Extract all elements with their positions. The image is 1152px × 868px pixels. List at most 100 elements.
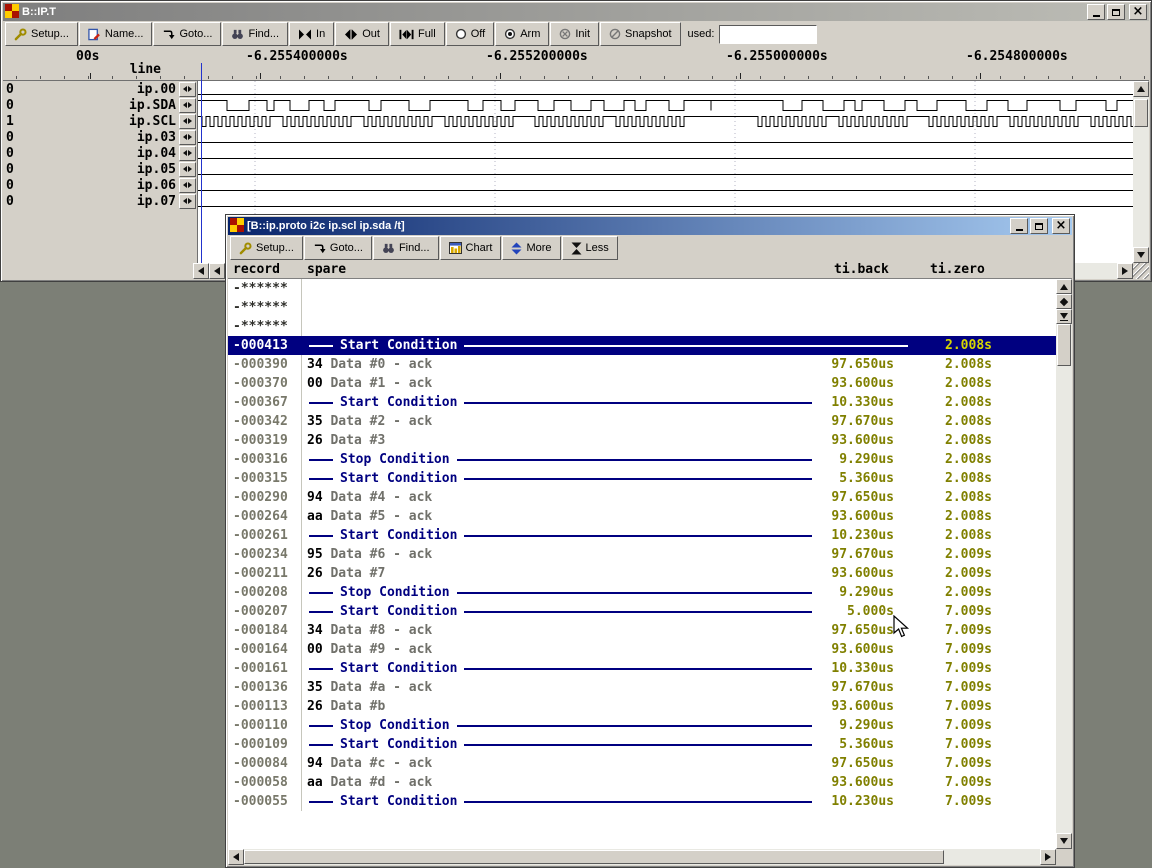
find-button[interactable]: Find... xyxy=(222,22,288,46)
waveform-vscrollbar[interactable] xyxy=(1133,81,1149,263)
right-arrow-icon xyxy=(188,150,192,156)
signal-spinner[interactable] xyxy=(179,130,196,145)
signal-row-ip.00[interactable]: 0ip.00 xyxy=(3,81,197,97)
zoom-in-button[interactable]: In xyxy=(289,22,334,46)
protocol-row[interactable]: -00013635 Data #a - ack97.670us7.009s xyxy=(228,678,1056,697)
scroll-down-button[interactable] xyxy=(1056,833,1072,849)
proto-hscroll-thumb[interactable] xyxy=(244,850,944,864)
close-button[interactable] xyxy=(1052,218,1070,234)
protocol-window[interactable]: [B::ip.proto i2c ip.scl ip.sda /t] Setup… xyxy=(225,214,1075,868)
signal-row-ip.04[interactable]: 0ip.04 xyxy=(3,145,197,161)
protocol-vscrollbar[interactable] xyxy=(1056,279,1072,849)
signal-row-ip.SDA[interactable]: 0ip.SDA xyxy=(3,97,197,113)
protocol-row-filler[interactable]: -****** xyxy=(228,298,1056,317)
proto-hscroll-track[interactable] xyxy=(244,849,1040,865)
proto-vscroll-thumb[interactable] xyxy=(1057,324,1071,366)
goto-button[interactable]: Goto... xyxy=(153,22,221,46)
vscroll-track[interactable] xyxy=(1133,97,1149,247)
main-titlebar[interactable]: B::IP.T xyxy=(3,3,1149,21)
signal-spinner[interactable] xyxy=(179,178,196,193)
zoom-out-button[interactable]: Out xyxy=(335,22,389,46)
protocol-row[interactable]: -00016400 Data #9 - ack93.600us7.009s xyxy=(228,640,1056,659)
scroll-right-button[interactable] xyxy=(1040,849,1056,865)
protocol-row[interactable]: -000261Start Condition10.230us2.008s xyxy=(228,526,1056,545)
protocol-hscrollbar[interactable] xyxy=(228,849,1072,865)
protocol-row[interactable]: -000315Start Condition5.360us2.008s xyxy=(228,469,1056,488)
protocol-row[interactable]: -00029094 Data #4 - ack97.650us2.008s xyxy=(228,488,1056,507)
chart-button[interactable]: Chart xyxy=(440,236,502,260)
minimize-button[interactable] xyxy=(1010,218,1028,234)
protocol-row[interactable]: -000264aa Data #5 - ack93.600us2.008s xyxy=(228,507,1056,526)
proto-vscroll-track[interactable] xyxy=(1056,324,1072,833)
scroll-up-button[interactable] xyxy=(1133,81,1149,97)
snapshot-button[interactable]: Snapshot xyxy=(600,22,680,46)
vscroll-thumb[interactable] xyxy=(1134,99,1148,127)
scroll-left-button[interactable] xyxy=(228,849,244,865)
signal-spinner[interactable] xyxy=(179,146,196,161)
scroll-right-button[interactable] xyxy=(1117,263,1133,279)
protocol-row[interactable]: -000367Start Condition10.330us2.008s xyxy=(228,393,1056,412)
condition-label: Start Condition xyxy=(340,602,457,621)
column-ti-zero[interactable]: ti.zero xyxy=(916,262,1012,277)
signal-spinner[interactable] xyxy=(179,82,196,97)
protocol-row[interactable]: -000058aa Data #d - ack93.600us7.009s xyxy=(228,773,1056,792)
protocol-row[interactable]: -00011326 Data #b93.600us7.009s xyxy=(228,697,1056,716)
protocol-row[interactable]: -00031926 Data #393.600us2.008s xyxy=(228,431,1056,450)
setup-button[interactable]: Setup... xyxy=(230,236,303,260)
more-button[interactable]: More xyxy=(502,236,560,260)
resize-grip[interactable] xyxy=(1133,263,1149,279)
proto-titlebar[interactable]: [B::ip.proto i2c ip.scl ip.sda /t] xyxy=(228,217,1072,235)
zoom-full-button[interactable]: Full xyxy=(390,22,445,46)
close-button[interactable] xyxy=(1129,4,1147,20)
less-button[interactable]: Less xyxy=(562,236,618,260)
arm-button[interactable]: Arm xyxy=(495,22,549,46)
protocol-row[interactable]: -000110Stop Condition9.290us7.009s xyxy=(228,716,1056,735)
signal-spinner[interactable] xyxy=(179,162,196,177)
protocol-row-filler[interactable]: -****** xyxy=(228,279,1056,298)
protocol-row-filler[interactable]: -****** xyxy=(228,317,1056,336)
signal-row-ip.05[interactable]: 0ip.05 xyxy=(3,161,197,177)
column-record[interactable]: record xyxy=(228,262,302,277)
signal-row-ip.07[interactable]: 0ip.07 xyxy=(3,193,197,209)
protocol-row[interactable]: -00037000 Data #1 - ack93.600us2.008s xyxy=(228,374,1056,393)
column-spare[interactable]: spare xyxy=(302,262,820,277)
scroll-sync-button[interactable] xyxy=(1056,294,1072,309)
goto-button[interactable]: Goto... xyxy=(304,236,372,260)
protocol-row[interactable]: -00034235 Data #2 - ack97.670us2.008s xyxy=(228,412,1056,431)
signal-spinner[interactable] xyxy=(179,194,196,209)
scroll-left-fast-button[interactable] xyxy=(193,263,209,279)
signal-row-ip.03[interactable]: 0ip.03 xyxy=(3,129,197,145)
maximize-button[interactable] xyxy=(1107,4,1125,20)
scroll-to-top-button[interactable] xyxy=(1056,279,1072,294)
protocol-row-selected[interactable]: -000413Start Condition2.008s xyxy=(228,336,1056,355)
scroll-to-bottom-button[interactable] xyxy=(1056,309,1072,324)
maximize-button[interactable] xyxy=(1030,218,1048,234)
protocol-row[interactable]: -00008494 Data #c - ack97.650us7.009s xyxy=(228,754,1056,773)
protocol-row[interactable]: -00018434 Data #8 - ack97.650us7.009s xyxy=(228,621,1056,640)
right-arrow-icon xyxy=(188,102,192,108)
signal-spinner[interactable] xyxy=(179,114,196,129)
setup-button[interactable]: Setup... xyxy=(5,22,78,46)
column-ti-back[interactable]: ti.back xyxy=(820,262,916,277)
signal-spinner[interactable] xyxy=(179,98,196,113)
signal-row-ip.06[interactable]: 0ip.06 xyxy=(3,177,197,193)
time-ruler[interactable]: line 00s-6.255400000s-6.255200000s-6.255… xyxy=(3,47,1149,81)
protocol-row[interactable]: -000109Start Condition5.360us7.009s xyxy=(228,735,1056,754)
protocol-row[interactable]: -00039034 Data #0 - ack97.650us2.008s xyxy=(228,355,1056,374)
time-cursor[interactable] xyxy=(201,63,202,263)
protocol-row[interactable]: -000161Start Condition10.330us7.009s xyxy=(228,659,1056,678)
signal-row-ip.SCL[interactable]: 1ip.SCL xyxy=(3,113,197,129)
protocol-row[interactable]: -000316Stop Condition9.290us2.008s xyxy=(228,450,1056,469)
off-button[interactable]: Off xyxy=(446,22,494,46)
init-button[interactable]: Init xyxy=(550,22,599,46)
protocol-row[interactable]: -000208Stop Condition9.290us2.009s xyxy=(228,583,1056,602)
protocol-row[interactable]: -000207Start Condition5.000s7.009s xyxy=(228,602,1056,621)
protocol-row[interactable]: -00021126 Data #793.600us2.009s xyxy=(228,564,1056,583)
find-button[interactable]: Find... xyxy=(373,236,439,260)
scroll-down-button[interactable] xyxy=(1133,247,1149,263)
protocol-row[interactable]: -00023495 Data #6 - ack97.670us2.009s xyxy=(228,545,1056,564)
protocol-row[interactable]: -000055Start Condition10.230us7.009s xyxy=(228,792,1056,811)
scroll-left-button[interactable] xyxy=(209,263,225,279)
minimize-button[interactable] xyxy=(1087,4,1105,20)
name-button[interactable]: Name... xyxy=(79,22,153,46)
